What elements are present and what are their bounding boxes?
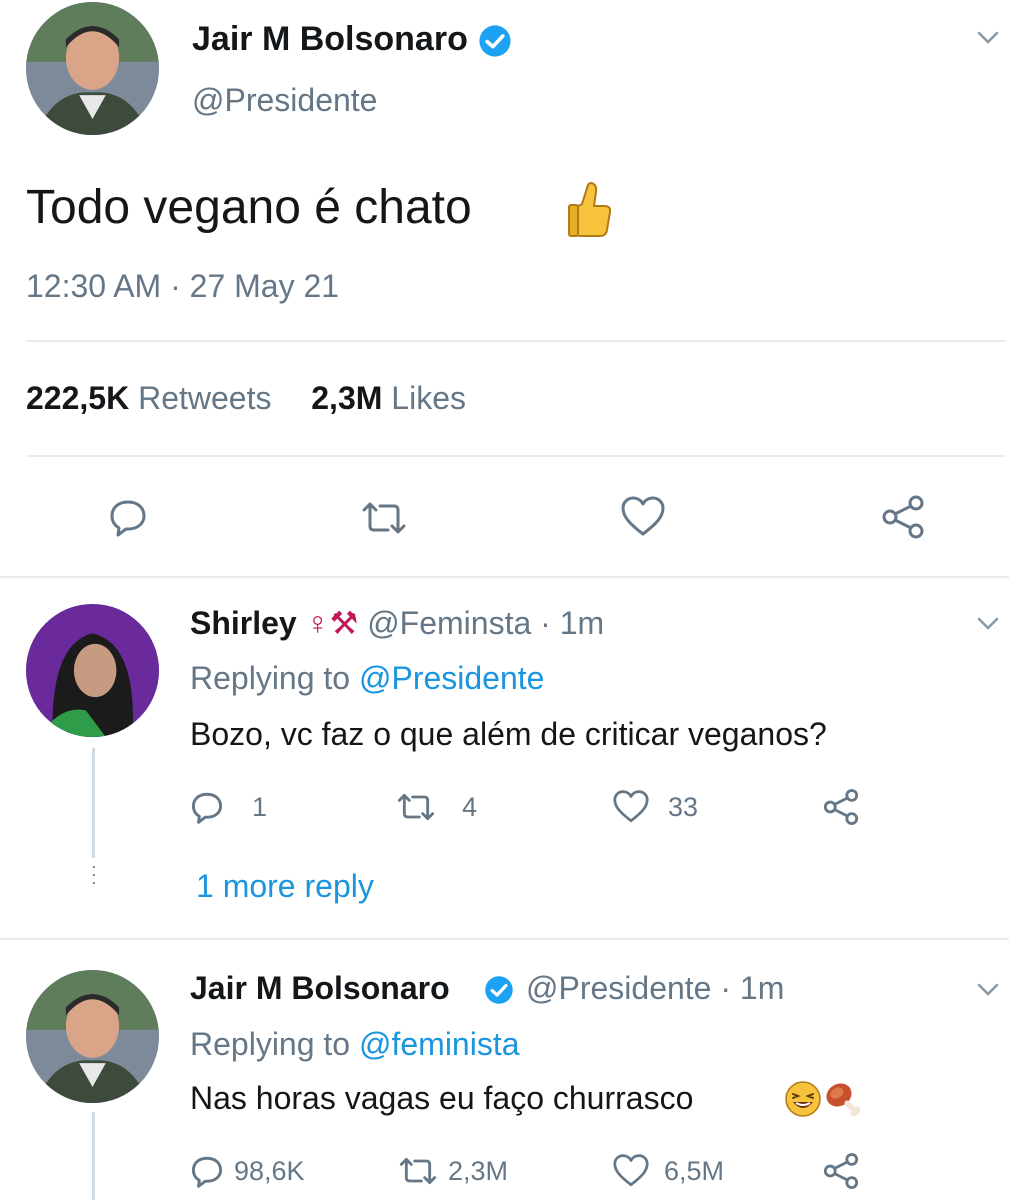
reply-header: Jair M Bolsonaro xyxy=(190,970,450,1007)
replying-prefix: Replying to xyxy=(190,660,351,696)
author-handle[interactable]: @Feminsta xyxy=(367,605,531,641)
more-replies-dots: · · · xyxy=(91,856,97,892)
divider xyxy=(0,938,1009,940)
reply-count: 98,6K xyxy=(234,1156,305,1186)
author-name[interactable]: Jair M Bolsonaro xyxy=(190,970,450,1006)
share-icon[interactable] xyxy=(880,494,926,540)
reply-header: Shirley ♀⚒ @Feminsta · 1m xyxy=(190,604,604,642)
replying-to: Replying to @feminista xyxy=(190,1026,520,1063)
tweet-text: Todo vegano é chato xyxy=(26,180,472,235)
author-handle[interactable]: @Presidente xyxy=(526,970,711,1006)
more-replies-link[interactable]: 1 more reply xyxy=(196,868,374,905)
replying-prefix: Replying to xyxy=(190,1026,351,1062)
chevron-down-icon[interactable] xyxy=(976,30,1000,46)
avatar[interactable] xyxy=(26,970,159,1103)
retweet-count: 4 xyxy=(462,792,478,822)
retweet-icon[interactable] xyxy=(398,1156,438,1186)
replying-to-handle[interactable]: @Presidente xyxy=(359,660,544,696)
divider xyxy=(26,455,1006,457)
thread-line xyxy=(92,748,95,858)
chevron-down-icon[interactable] xyxy=(976,616,1000,632)
divider xyxy=(0,576,1009,578)
meat-on-bone-icon xyxy=(822,1078,862,1118)
author-handle[interactable]: @Presidente xyxy=(192,82,377,119)
verified-badge-icon xyxy=(478,24,512,58)
like-icon[interactable] xyxy=(612,790,650,824)
reply-text: Nas horas vagas eu faço churrasco xyxy=(190,1080,694,1116)
reply-text: Bozo, vc faz o que além de criticar vega… xyxy=(190,716,827,752)
share-icon[interactable] xyxy=(822,1152,860,1190)
likes-label[interactable]: Likes xyxy=(391,380,466,416)
retweets-label[interactable]: Retweets xyxy=(138,380,271,416)
like-count: 33 xyxy=(668,792,699,822)
reply-time[interactable]: · 1m xyxy=(540,605,604,641)
replying-to: Replying to @Presidente xyxy=(190,660,544,697)
replying-to-handle[interactable]: @feminista xyxy=(359,1026,520,1062)
author-emojis: ♀⚒ xyxy=(305,605,359,641)
reply-icon[interactable] xyxy=(190,1154,224,1188)
divider xyxy=(26,340,1006,342)
reply-count: 1 xyxy=(252,792,268,822)
avatar[interactable] xyxy=(26,604,159,737)
author-name[interactable]: Shirley xyxy=(190,605,297,641)
chevron-down-icon[interactable] xyxy=(976,982,1000,998)
retweet-icon[interactable] xyxy=(360,500,408,536)
like-icon[interactable] xyxy=(612,1154,650,1188)
reply-handle-time: @Presidente · 1m xyxy=(526,970,784,1007)
engagement-stats: 222,5K Retweets 2,3M Likes xyxy=(26,380,466,417)
thread-line xyxy=(92,1112,95,1200)
share-icon[interactable] xyxy=(822,788,860,826)
tweet-timestamp[interactable]: 12:30 AM · 27 May 21 xyxy=(26,268,339,305)
thumbs-up-icon xyxy=(566,178,612,238)
retweet-count: 2,3M xyxy=(448,1156,509,1186)
author-name[interactable]: Jair M Bolsonaro xyxy=(192,20,468,59)
retweets-count[interactable]: 222,5K xyxy=(26,380,129,416)
retweet-icon[interactable] xyxy=(396,792,436,822)
like-icon[interactable] xyxy=(620,496,666,538)
reply-time[interactable]: · 1m xyxy=(720,970,784,1006)
laughing-face-icon xyxy=(784,1080,822,1118)
avatar[interactable] xyxy=(26,2,159,135)
reply-icon[interactable] xyxy=(108,497,148,537)
like-count: 6,5M xyxy=(664,1156,725,1186)
tweet-text-content: Todo vegano é chato xyxy=(26,181,472,234)
reply-icon[interactable] xyxy=(190,790,224,824)
verified-badge-icon xyxy=(484,975,514,1005)
likes-count[interactable]: 2,3M xyxy=(311,380,382,416)
